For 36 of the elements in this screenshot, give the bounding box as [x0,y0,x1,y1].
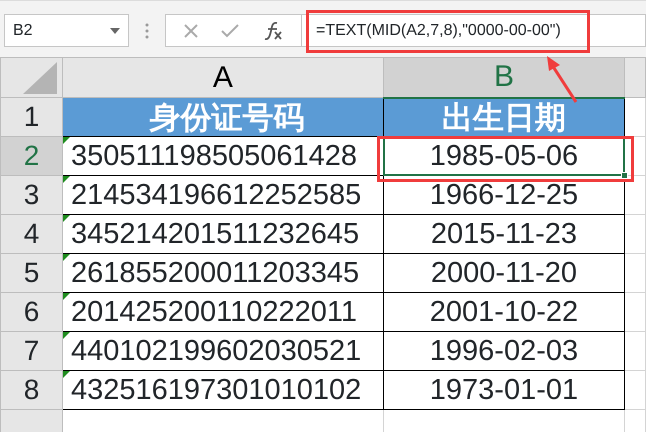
row-header[interactable]: 4 [0,214,62,254]
table-cell: 2001-10-22 [383,292,625,332]
column-header[interactable]: B [383,58,625,98]
select-all-corner[interactable] [0,58,62,98]
check-icon[interactable] [221,24,240,38]
cancel-icon[interactable] [184,24,198,38]
table-cell: 1973-01-01 [383,370,625,410]
table-cell: 440102199602030521 [62,332,384,370]
row-header[interactable]: 8 [0,370,62,410]
table-cell: 1996-02-03 [383,332,625,370]
drag-handle-icon[interactable] [145,23,149,39]
row-header[interactable]: 1 [0,98,62,136]
formula-field[interactable]: =TEXT(MID(A2,7,8),"0000-00-00") [302,14,646,47]
table-cell: 2015-11-23 [383,214,625,254]
formula-text: =TEXT(MID(A2,7,8),"0000-00-00") [316,20,561,40]
row-header[interactable]: 5 [0,254,62,292]
column-title: 出生日期 [383,98,625,136]
arrow [547,56,578,103]
table-cell: 214534196612252585 [62,176,384,214]
table-cell: 345214201511232645 [62,214,384,254]
dropdown-caret-icon [110,28,120,34]
column-title: 身份证号码 [62,98,384,136]
table-cell: 432516197301010102 [62,370,384,410]
table-cell: 201425200110222011 [62,292,384,332]
cell-reference: B2 [13,20,33,40]
table-cell: 350511198505061428 [62,136,384,176]
table-cell: 261855200011203345 [62,254,384,292]
row-header[interactable]: 6 [0,292,62,332]
row-header[interactable]: 7 [0,332,62,370]
name-box[interactable]: B2 [4,14,129,47]
fill-handle[interactable] [621,172,628,179]
column-header[interactable]: A [62,58,384,98]
table-cell: 2000-11-20 [383,254,625,292]
function-icon[interactable] [263,20,284,40]
row-header[interactable]: 2 [0,136,62,176]
row-header[interactable]: 3 [0,176,62,214]
